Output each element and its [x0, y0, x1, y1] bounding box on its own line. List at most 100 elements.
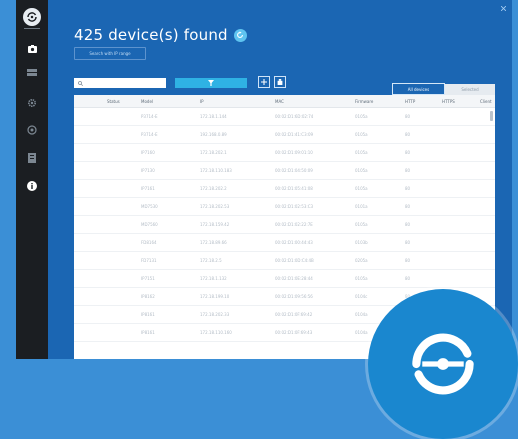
- table-row[interactable]: IP7160 172.18.202.1 00:02:D1:09:01:10 0105a…: [74, 144, 495, 162]
- page-title-row: 425 device(s) found: [74, 26, 247, 44]
- table-row[interactable]: P3714-E 172.18.1.144 00:02:D1:6D:02:74 0105…: [74, 108, 495, 126]
- app-logo-icon: [23, 8, 41, 26]
- add-device-button[interactable]: [258, 76, 270, 88]
- cell-http: 80: [405, 204, 411, 209]
- cell-model: MD7560: [141, 222, 158, 227]
- cell-ip: 172.18.202.1: [200, 150, 227, 155]
- table-row[interactable]: IP7161 172.18.202.2 00:02:D1:05:41:08 0105a…: [74, 180, 495, 198]
- column-header-firmware[interactable]: Firmware: [355, 99, 373, 104]
- filter-icon: [208, 80, 214, 86]
- cell-model: P3714-E: [141, 132, 158, 137]
- column-header-ip[interactable]: IP: [200, 99, 204, 104]
- sidebar-item-settings[interactable]: [16, 92, 48, 114]
- sidebar-item-storage[interactable]: [16, 62, 48, 84]
- search-ip-range-button[interactable]: Search with IP range: [74, 47, 146, 60]
- cell-mac: 00:02:D1:0F:69:42: [275, 312, 313, 317]
- search-icon: [78, 80, 83, 86]
- cell-mac: 00:02:D1:6D:02:74: [275, 114, 314, 119]
- table-row[interactable]: FD8164 172.18.89.66 00:02:D1:00:44:43 0103b…: [74, 234, 495, 252]
- cell-firmware: 0205a: [355, 258, 368, 263]
- cell-firmware: 0104c: [355, 294, 368, 299]
- table-row[interactable]: FD7131 172.18.2.5 00:02:D1:0D:C4:4B 0205a 80: [74, 252, 495, 270]
- column-header-mac[interactable]: MAC: [275, 99, 284, 104]
- table-row[interactable]: IP7151 172.18.1.132 00:02:D1:0E:28:44 0105a…: [74, 270, 495, 288]
- cell-firmware: 0105a: [355, 150, 368, 155]
- cell-http: 80: [405, 240, 411, 245]
- info-icon: [27, 181, 37, 191]
- cell-model: IP7160: [141, 150, 155, 155]
- sync-logo-icon: [412, 333, 474, 395]
- cell-model: MD7530: [141, 204, 158, 209]
- search-input[interactable]: [74, 78, 166, 88]
- cell-model: IP8161: [141, 330, 155, 335]
- cell-mac: 00:02:D1:02:22:7E: [275, 222, 313, 227]
- cell-ip: 172.18.159.42: [200, 222, 230, 227]
- cell-http: 80: [405, 186, 411, 191]
- cell-http: 80: [405, 276, 411, 281]
- filter-button[interactable]: [175, 78, 247, 88]
- column-header-client[interactable]: Client: [480, 99, 492, 104]
- cell-mac: 00:02:D1:41:C3:09: [275, 132, 314, 137]
- refresh-button[interactable]: [233, 28, 247, 42]
- tab-selected[interactable]: Selected: [445, 84, 495, 95]
- export-button[interactable]: [274, 76, 286, 88]
- close-button[interactable]: [500, 5, 507, 13]
- cell-firmware: 0105a: [355, 168, 368, 173]
- column-header-https[interactable]: HTTPS: [442, 99, 455, 104]
- sidebar-item-report[interactable]: [16, 147, 48, 169]
- cell-http: 80: [405, 168, 411, 173]
- column-header-http[interactable]: HTTP: [405, 99, 415, 104]
- close-icon: [500, 5, 507, 12]
- gear-icon: [27, 98, 37, 108]
- table-row[interactable]: MD7530 172.18.202.53 00:02:D1:02:53:C3 0101…: [74, 198, 495, 216]
- cell-mac: 00:02:D1:04:50:09: [275, 168, 313, 173]
- sidebar: [16, 0, 48, 359]
- sidebar-item-sync[interactable]: [16, 119, 48, 141]
- plus-icon: [261, 79, 267, 85]
- cell-ip: 172.18.1.132: [200, 276, 227, 281]
- cell-ip: 172.18.202.53: [200, 204, 230, 209]
- column-header-status[interactable]: Status: [107, 99, 120, 104]
- export-icon: [277, 79, 283, 85]
- cell-firmware: 0105a: [355, 186, 368, 191]
- cell-http: 80: [405, 132, 411, 137]
- refresh-icon: [237, 31, 244, 38]
- cell-ip: 172.18.2.5: [200, 258, 222, 263]
- cell-http: 80: [405, 222, 411, 227]
- table-row[interactable]: MD7560 172.18.159.42 00:02:D1:02:22:7E 0105…: [74, 216, 495, 234]
- sidebar-item-info[interactable]: [16, 175, 48, 197]
- cell-model: IP7130: [141, 168, 155, 173]
- sidebar-item-devices[interactable]: [16, 38, 48, 60]
- cell-mac: 00:02:D1:0F:69:43: [275, 330, 313, 335]
- cell-mac: 00:02:D1:0D:C4:4B: [275, 258, 314, 263]
- page-title: 425 device(s) found: [74, 26, 228, 44]
- camera-icon: [27, 45, 37, 53]
- cell-firmware: 0104a: [355, 312, 368, 317]
- cell-mac: 00:02:D1:02:53:C3: [275, 204, 314, 209]
- scrollbar-thumb[interactable]: [490, 111, 493, 121]
- cell-firmware: 0105a: [355, 222, 368, 227]
- table-row[interactable]: IP7130 172.18.110.183 00:02:D1:04:50:09 010…: [74, 162, 495, 180]
- cell-http: 80: [405, 258, 411, 263]
- brand-badge: [368, 289, 518, 439]
- cell-firmware: 0101a: [355, 204, 368, 209]
- cell-firmware: 0103b: [355, 240, 368, 245]
- document-icon: [27, 153, 36, 163]
- column-header-model[interactable]: Model: [141, 99, 153, 104]
- table-row[interactable]: P3714-E 192.168.0.89 00:02:D1:41:C3:09 0105…: [74, 126, 495, 144]
- cell-firmware: 0105a: [355, 132, 368, 137]
- cell-mac: 00:02:D1:09:01:10: [275, 150, 313, 155]
- cell-model: IP7151: [141, 276, 155, 281]
- cell-ip: 172.18.110.183: [200, 168, 232, 173]
- cell-mac: 00:02:D1:09:56:56: [275, 294, 313, 299]
- cell-http: 80: [405, 150, 411, 155]
- cell-model: FD7131: [141, 258, 157, 263]
- cell-mac: 00:02:D1:05:41:08: [275, 186, 313, 191]
- cell-ip: 192.168.0.89: [200, 132, 227, 137]
- tab-all-devices[interactable]: All devices: [392, 83, 445, 95]
- cell-http: 80: [405, 114, 411, 119]
- cell-ip: 172.18.199.10: [200, 294, 230, 299]
- cell-mac: 00:02:D1:0E:28:44: [275, 276, 313, 281]
- cell-ip: 172.18.1.144: [200, 114, 227, 119]
- cell-model: IP8162: [141, 294, 155, 299]
